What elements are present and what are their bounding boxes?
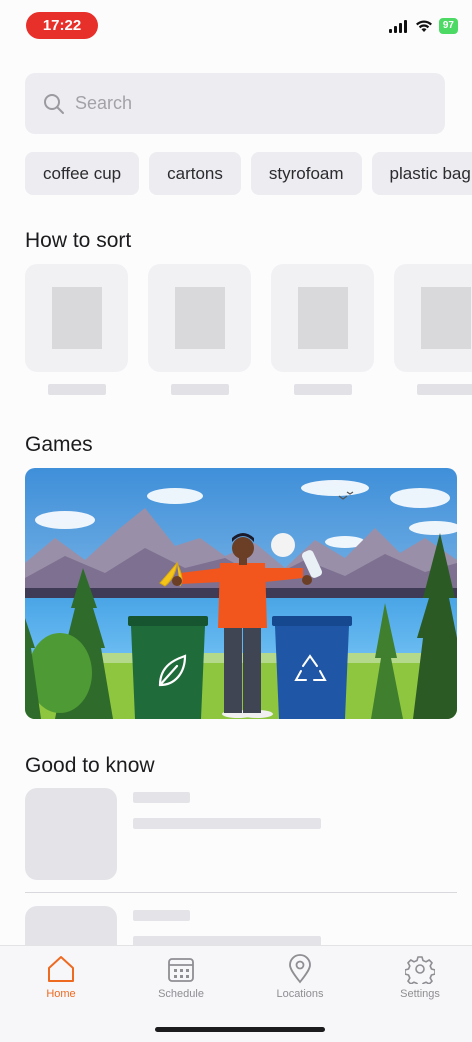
text-placeholder [416,384,472,395]
image-placeholder [420,287,471,349]
calendar-icon [168,958,194,982]
chip-styrofoam[interactable]: styrofoam [250,152,362,195]
search-icon [44,93,64,114]
tab-locations[interactable]: Locations [250,954,350,1000]
sort-item[interactable] [394,264,472,395]
tab-settings[interactable]: Settings [370,954,470,1000]
image-placeholder [51,287,102,349]
home-icon [48,956,74,982]
sort-card-placeholder [148,264,251,372]
status-icons: 97 [388,18,458,34]
image-placeholder [25,788,117,880]
sort-card-placeholder [271,264,374,372]
tab-label: Locations [276,988,324,1000]
search-bar[interactable] [25,73,445,134]
text-placeholder [133,910,190,921]
suggestion-chips: coffee cup cartons styrofoam plastic bag [25,152,472,195]
wifi-icon [415,19,432,32]
text-placeholder [133,792,190,803]
article-item[interactable] [25,788,457,880]
sort-item[interactable] [148,264,251,395]
good-to-know-heading: Good to know [25,754,155,777]
tab-home[interactable]: Home [11,954,111,1000]
how-to-sort-heading: How to sort [25,229,132,252]
tab-label: Settings [400,988,440,1000]
tab-label: Schedule [158,988,204,1000]
search-input[interactable] [75,93,415,114]
battery-icon: 97 [438,18,458,34]
chip-plastic-bag[interactable]: plastic bag [371,152,472,195]
chip-cartons[interactable]: cartons [149,152,241,195]
gear-icon [405,956,435,984]
text-placeholder [47,384,106,395]
location-pin-icon [289,954,311,984]
tab-label: Home [46,988,76,1000]
sort-card-placeholder [394,264,472,372]
tab-schedule[interactable]: Schedule [131,954,231,1000]
sort-item[interactable] [25,264,128,395]
sort-item[interactable] [271,264,374,395]
status-bar: 17:22 97 [0,0,472,50]
recycling-game-illustration [25,468,457,719]
games-heading: Games [25,433,93,456]
status-time: 17:22 [26,12,98,39]
image-placeholder [297,287,348,349]
text-placeholder [170,384,229,395]
sort-card-placeholder [25,264,128,372]
home-indicator [155,1027,325,1032]
signal-icon [388,19,407,33]
games-banner[interactable] [25,468,457,719]
divider [25,892,457,893]
chip-coffee-cup[interactable]: coffee cup [25,152,140,195]
image-placeholder [174,287,225,349]
text-placeholder [133,818,321,829]
text-placeholder [293,384,352,395]
how-to-sort-carousel [25,264,472,399]
